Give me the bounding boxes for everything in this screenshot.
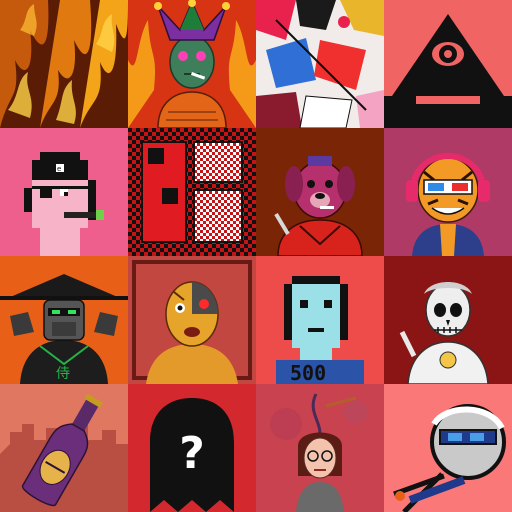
jester-monster-icon xyxy=(128,0,256,128)
tile-9[interactable]: 侍 xyxy=(0,256,128,384)
tile-4[interactable] xyxy=(384,0,512,128)
abstract-collage-art xyxy=(256,0,384,128)
tile-7[interactable] xyxy=(256,128,384,256)
tile-11[interactable]: 500 xyxy=(256,256,384,384)
punk-number-label: 500 xyxy=(290,361,326,384)
samurai-robot-icon: 侍 xyxy=(0,256,128,384)
tiger-headphones-icon xyxy=(384,128,512,256)
checker-pattern-art xyxy=(128,128,256,256)
tile-14[interactable]: ? xyxy=(128,384,256,512)
cyborg-man-icon xyxy=(128,256,256,384)
tile-10[interactable] xyxy=(128,256,256,384)
pixel-alien-punk-icon: 500 xyxy=(256,256,384,384)
dog-character-icon xyxy=(256,128,384,256)
tile-13[interactable] xyxy=(0,384,128,512)
tile-12[interactable] xyxy=(384,256,512,384)
tile-15[interactable] xyxy=(256,384,384,512)
tile-16[interactable] xyxy=(384,384,512,512)
question-mark-label: ? xyxy=(179,428,205,479)
beer-bottle-icon xyxy=(0,384,128,512)
samurai-kanji: 侍 xyxy=(56,366,70,382)
stick-figure-ninja-icon xyxy=(384,384,512,512)
skeleton-character-icon xyxy=(384,256,512,384)
nft-grid: e 侍 500 ? xyxy=(0,0,512,512)
woman-portrait-icon xyxy=(256,384,384,512)
tile-3[interactable] xyxy=(256,0,384,128)
pirate-hat-letter: e xyxy=(57,165,61,173)
tile-2[interactable] xyxy=(128,0,256,128)
pixel-pirate-punk-icon: e xyxy=(0,128,128,256)
pyramid-eye-icon xyxy=(384,0,512,128)
tile-8[interactable] xyxy=(384,128,512,256)
tile-6[interactable] xyxy=(128,128,256,256)
ghost-question-icon: ? xyxy=(128,384,256,512)
flame-pattern-art xyxy=(0,0,128,128)
tile-1[interactable] xyxy=(0,0,128,128)
tile-5[interactable]: e xyxy=(0,128,128,256)
